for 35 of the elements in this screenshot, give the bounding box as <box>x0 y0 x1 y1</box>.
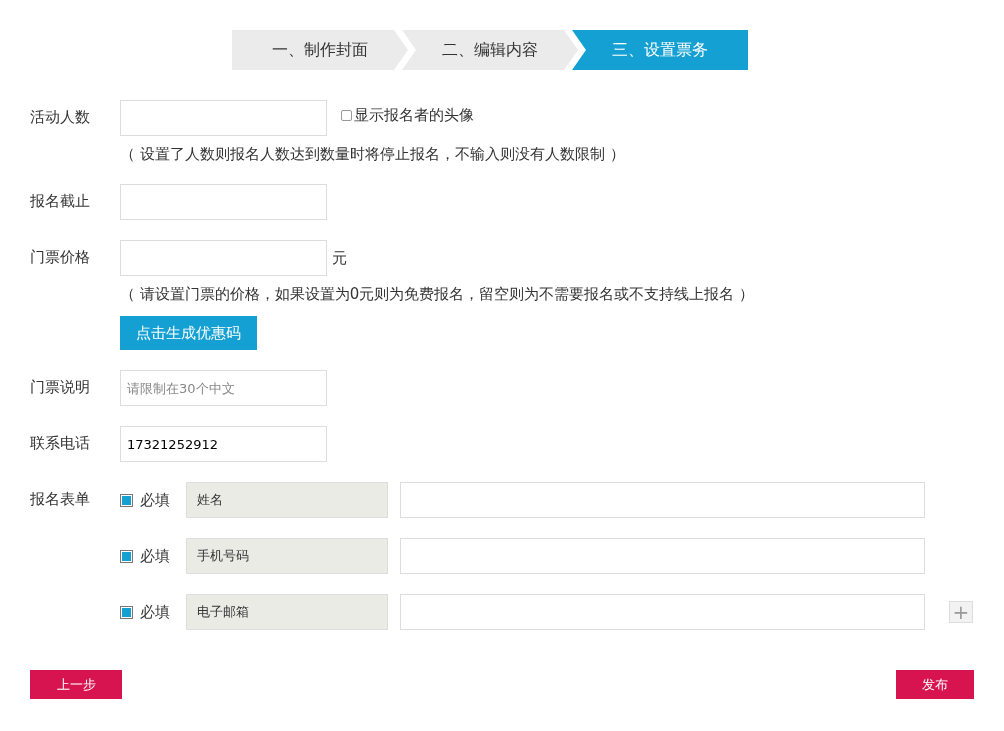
checkbox[interactable] <box>120 549 133 563</box>
input-field[interactable] <box>400 538 925 574</box>
field-label: 报名表单 <box>30 489 91 510</box>
checkbox-label: 必填 <box>140 602 171 622</box>
step-tab[interactable]: 一、制作封面 <box>232 30 408 70</box>
field-label: 联系电话 <box>30 433 91 454</box>
input-field[interactable] <box>120 184 327 220</box>
input-field[interactable] <box>400 594 925 630</box>
input-field[interactable]: 请限制在30个中文 <box>120 370 327 406</box>
input-field[interactable] <box>120 100 327 136</box>
checkbox[interactable] <box>120 493 133 507</box>
hint-text: （ 请设置门票的价格，如果设置为0元则为免费报名，留空则为不需要报名或不支持线上报名 ） <box>120 284 755 304</box>
field-label: 活动人数 <box>30 107 91 128</box>
checkbox-label: 显示报名者的头像 <box>354 106 474 125</box>
checkbox[interactable] <box>341 110 352 121</box>
add-button[interactable]: + <box>949 601 973 623</box>
checkbox-label: 必填 <box>140 546 171 566</box>
step-tab[interactable]: 二、编辑内容 <box>402 30 578 70</box>
checkbox[interactable] <box>120 605 133 619</box>
field-name: 手机号码 <box>186 538 388 574</box>
coupon-button[interactable]: 点击生成优惠码 <box>120 316 257 350</box>
hint-text: （ 设置了人数则报名人数达到数量时将停止报名，不输入则没有人数限制 ） <box>120 144 625 164</box>
step-tab[interactable]: 三、设置票务 <box>572 30 748 70</box>
input-field[interactable] <box>400 482 925 518</box>
field-name: 姓名 <box>186 482 388 518</box>
input-field[interactable]: 17321252912 <box>120 426 327 462</box>
unit-text: 元 <box>332 248 347 269</box>
field-label: 报名截止 <box>30 191 91 212</box>
input-field[interactable] <box>120 240 327 276</box>
checkbox-label: 必填 <box>140 490 171 510</box>
back-button[interactable]: 上一步 <box>30 670 122 699</box>
field-label: 门票价格 <box>30 247 91 268</box>
field-name: 电子邮箱 <box>186 594 388 630</box>
field-label: 门票说明 <box>30 377 91 398</box>
publish-button[interactable]: 发布 <box>896 670 974 699</box>
